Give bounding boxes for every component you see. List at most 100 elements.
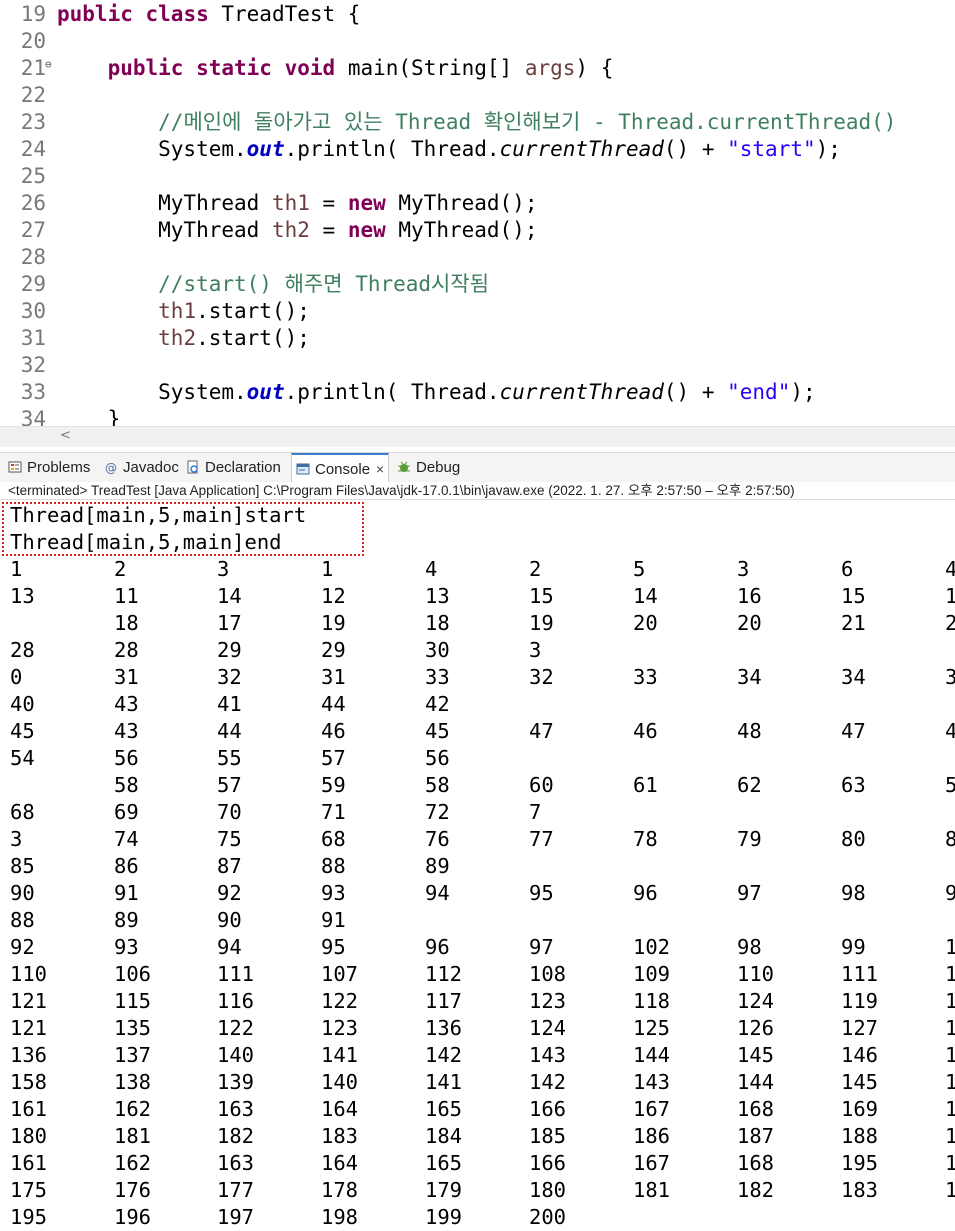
- console-value: 141: [321, 1043, 359, 1067]
- console-value: 1: [945, 584, 955, 608]
- code-token: "start": [727, 137, 816, 161]
- code-token: .start();: [196, 299, 310, 323]
- console-value: 110: [737, 962, 775, 986]
- console-value: 181: [114, 1124, 152, 1148]
- code-token: MyThread();: [385, 191, 538, 215]
- code-token: =: [309, 191, 348, 215]
- console-value: 18: [425, 611, 450, 635]
- tab-console[interactable]: Console ×: [291, 453, 390, 483]
- console-value: 199: [425, 1205, 463, 1229]
- console-value: 0: [10, 665, 23, 689]
- code-token: () +: [663, 380, 728, 404]
- line-number: 25: [20, 164, 46, 188]
- console-value: 20: [633, 611, 658, 635]
- line-number: 20: [20, 29, 46, 53]
- console-value: 96: [633, 881, 658, 905]
- console-value: 46: [633, 719, 658, 743]
- console-value: 135: [114, 1016, 152, 1040]
- console-value: 102: [633, 935, 671, 959]
- console-value: 72: [425, 800, 450, 824]
- console-value: 68: [321, 827, 346, 851]
- console-value: 45: [10, 719, 35, 743]
- console-output-row: 161 162 163 164 165 166 167 168 195 1: [0, 1150, 955, 1177]
- tab-debug[interactable]: Debug: [397, 453, 460, 482]
- console-value: 180: [10, 1124, 48, 1148]
- tab-declaration[interactable]: Declaration: [186, 453, 281, 482]
- console-icon: [296, 457, 310, 475]
- scroll-left-icon[interactable]: <: [60, 428, 71, 443]
- console-value: 91: [114, 881, 139, 905]
- console-value: 28: [10, 638, 35, 662]
- close-icon[interactable]: ×: [376, 461, 384, 477]
- console-value: 75: [217, 827, 242, 851]
- code-token: currentThread: [499, 380, 664, 404]
- console-value: 1: [945, 1016, 955, 1040]
- console-value: 137: [114, 1043, 152, 1067]
- console-value: 3: [737, 557, 750, 581]
- console-value: 178: [321, 1178, 359, 1202]
- tab-label: Declaration: [205, 459, 281, 476]
- console-value: 119: [841, 989, 879, 1013]
- console-output-row: 13 11 14 12 13 15 14 16 15 1: [0, 583, 955, 610]
- console-value: 31: [114, 665, 139, 689]
- console-value: 13: [10, 584, 35, 608]
- console-output-row: 28 28 29 29 30 3: [0, 637, 955, 664]
- console-value: 5: [633, 557, 646, 581]
- console-value: 180: [529, 1178, 567, 1202]
- console-value: 90: [10, 881, 35, 905]
- console-output-row: 121 135 122 123 136 124 125 126 127 1: [0, 1015, 955, 1042]
- console-value: 86: [114, 854, 139, 878]
- tab-problems[interactable]: Problems: [8, 453, 90, 482]
- console-value: 116: [217, 989, 255, 1013]
- console-value: 9: [945, 881, 955, 905]
- console-value: 33: [633, 665, 658, 689]
- console-value: 85: [10, 854, 35, 878]
- code-token: System.: [57, 137, 247, 161]
- code-token: .println( Thread.: [284, 380, 500, 404]
- console-value: 184: [425, 1124, 463, 1148]
- console-value: 58: [114, 773, 139, 797]
- tab-javadoc[interactable]: @ Javadoc: [104, 453, 179, 482]
- console-value: 15: [841, 584, 866, 608]
- console-value: 182: [737, 1178, 775, 1202]
- code-editor[interactable]: 19 public class TreadTest {20 21 ⊖ public s…: [0, 0, 955, 426]
- declaration-icon: [186, 455, 200, 474]
- console-value: 138: [114, 1070, 152, 1094]
- console-value: 48: [737, 719, 762, 743]
- code-token: .start();: [196, 326, 310, 350]
- console-output[interactable]: Thread[main,5,main]start Thread[main,5,m…: [0, 502, 955, 1231]
- console-value: 93: [321, 881, 346, 905]
- console-value: 97: [737, 881, 762, 905]
- code-token: args: [524, 56, 576, 80]
- code-token: static: [196, 56, 272, 80]
- console-value: 123: [529, 989, 567, 1013]
- console-line-end: Thread[main,5,main]end: [10, 530, 282, 554]
- console-value: 145: [737, 1043, 775, 1067]
- console-output-row: 195 196 197 198 199 200: [0, 1204, 955, 1231]
- console-value: 59: [321, 773, 346, 797]
- horizontal-scrollbar[interactable]: <: [0, 426, 955, 447]
- code-token: public: [57, 2, 133, 26]
- console-value: 30: [425, 638, 450, 662]
- console-output-row: 1 2 3 1 4 2 5 3 6 4: [0, 556, 955, 583]
- console-output-row: 40 43 41 44 42: [0, 691, 955, 718]
- console-value: 106: [114, 962, 152, 986]
- console-value: 1: [945, 1097, 955, 1121]
- console-value: 33: [425, 665, 450, 689]
- console-value: 46: [321, 719, 346, 743]
- console-value: 21: [841, 611, 866, 635]
- console-value: 90: [217, 908, 242, 932]
- console-value: 77: [529, 827, 554, 851]
- console-value: 3: [529, 638, 542, 662]
- console-line-start: Thread[main,5,main]start: [10, 503, 307, 527]
- console-value: 136: [425, 1016, 463, 1040]
- line-number: 24: [20, 137, 46, 161]
- fold-toggle-icon[interactable]: ⊖: [45, 51, 52, 78]
- console-value: 175: [10, 1178, 48, 1202]
- console-value: 18: [114, 611, 139, 635]
- console-value: 6: [841, 557, 854, 581]
- console-value: 5: [945, 773, 955, 797]
- console-value: 34: [841, 665, 866, 689]
